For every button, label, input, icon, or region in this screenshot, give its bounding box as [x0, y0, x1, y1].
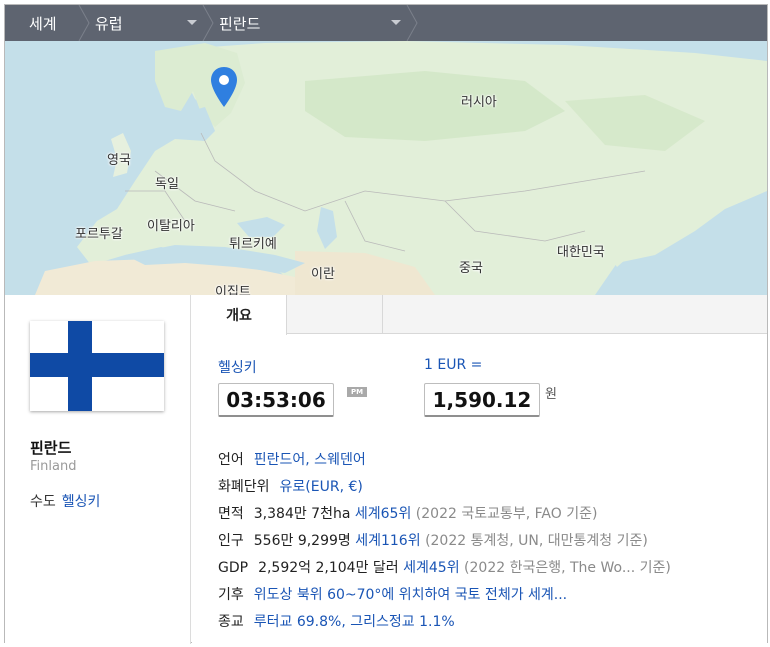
tab-bar: 개요: [192, 295, 767, 335]
breadcrumb-world[interactable]: 세계: [5, 5, 80, 41]
info-row-population: 인구 556만 9,299명 세계116위 (2022 통계청, UN, 대만통계…: [218, 530, 648, 550]
population-value: 556만 9,299명: [253, 533, 351, 549]
gdp-rank-link[interactable]: 세계45위: [403, 560, 459, 576]
gdp-value: 2,592억 2,104만 달러: [258, 560, 399, 576]
map-label-portugal: 포르투갈: [75, 227, 123, 242]
breadcrumb-world-label: 세계: [29, 14, 57, 33]
area-value: 3,384만 7천ha: [253, 506, 351, 522]
info-label: 언어: [218, 452, 244, 468]
country-info-card: 세계 유럽 핀란드 러시아 영국 독일 포르투갈 이탈리아 튀르키예 이란 이집…: [4, 4, 768, 644]
breadcrumb-country[interactable]: 핀란드: [215, 5, 411, 41]
country-name-english: Finland: [30, 459, 77, 474]
map-label-egypt: 이집트: [215, 285, 251, 295]
map-pin-icon[interactable]: [209, 65, 239, 109]
gdp-source-end: 기준): [635, 560, 671, 576]
info-label: GDP: [218, 560, 249, 576]
country-detail-panel: 개요 헬싱키 03:53:06 PM 1 EUR = 1,590.12 원 언어…: [192, 295, 767, 644]
info-label: 화폐단위: [218, 479, 270, 495]
info-row-religion: 종교 루터교 69.8%, 그리스정교 1.1%: [218, 611, 455, 631]
currency-link[interactable]: 유로(EUR, €): [280, 479, 363, 495]
population-source: (2022 통계청, UN, 대만통계청 기준): [425, 533, 648, 549]
local-time-display: 03:53:06: [218, 383, 334, 417]
gdp-source: (2022 한국은행, The Wo... 기준): [464, 560, 671, 576]
climate-link[interactable]: 위도상 북위 60~70°에 위치하여 국토 전체가 세계...: [254, 587, 567, 603]
area-source: (2022 국토교통부, FAO 기준): [415, 506, 598, 522]
map-graphic: [35, 41, 767, 295]
breadcrumb-country-label: 핀란드: [219, 14, 261, 33]
map-label-germany: 독일: [155, 177, 179, 192]
info-row-language: 언어 핀란드어, 스웨덴어: [218, 449, 366, 469]
map-label-italy: 이탈리아: [147, 219, 195, 234]
info-label: 인구: [218, 533, 244, 549]
tab-overview[interactable]: 개요: [192, 295, 287, 335]
population-rank-link[interactable]: 세계116위: [355, 533, 420, 549]
capital-label: 수도: [30, 494, 56, 510]
info-label: 면적: [218, 506, 244, 522]
breadcrumb-separator-icon: [202, 5, 214, 41]
breadcrumb: 세계 유럽 핀란드: [5, 5, 767, 41]
map-label-russia: 러시아: [461, 95, 497, 110]
info-row-area: 면적 3,384만 7천ha 세계65위 (2022 국토교통부, FAO 기준): [218, 503, 597, 523]
tab-overview-label: 개요: [226, 308, 252, 324]
map-label-uk: 영국: [107, 153, 131, 168]
gdp-source-text: (2022 한국은행, The Wo...: [464, 560, 636, 576]
info-label: 기후: [218, 587, 244, 603]
breadcrumb-region[interactable]: 유럽: [91, 5, 207, 41]
currency-unit: 원: [545, 387, 557, 402]
finland-flag-icon: [30, 321, 164, 411]
tab-empty-slot: [287, 295, 383, 334]
breadcrumb-region-label: 유럽: [95, 14, 123, 33]
country-summary-panel: 핀란드 Finland 수도 헬싱키: [5, 295, 191, 644]
exchange-rate-display: 1,590.12: [424, 383, 540, 417]
info-label: 종교: [218, 614, 244, 630]
breadcrumb-separator-icon: [78, 5, 90, 41]
chevron-down-icon: [187, 20, 197, 25]
map-label-china: 중국: [459, 261, 483, 276]
clock-city-label: 헬싱키: [218, 360, 257, 376]
breadcrumb-separator-icon: [406, 5, 418, 41]
ampm-badge: PM: [347, 387, 367, 397]
map-label-turkey: 튀르키예: [229, 237, 277, 252]
language-link[interactable]: 핀란드어, 스웨덴어: [254, 452, 366, 468]
capital-row: 수도 헬싱키: [30, 491, 100, 511]
country-name: 핀란드: [30, 439, 72, 457]
area-rank-link[interactable]: 세계65위: [355, 506, 411, 522]
map-label-iran: 이란: [311, 267, 335, 282]
map-label-korea: 대한민국: [557, 245, 605, 260]
capital-link[interactable]: 헬싱키: [62, 494, 101, 510]
chevron-down-icon: [391, 20, 401, 25]
world-map[interactable]: 러시아 영국 독일 포르투갈 이탈리아 튀르키예 이란 이집트 중국 대한민국: [5, 41, 767, 295]
info-row-currency: 화폐단위 유로(EUR, €): [218, 476, 363, 496]
religion-link[interactable]: 루터교 69.8%, 그리스정교 1.1%: [254, 614, 455, 630]
exchange-rate-label: 1 EUR =: [424, 357, 483, 373]
info-row-climate: 기후 위도상 북위 60~70°에 위치하여 국토 전체가 세계...: [218, 584, 567, 604]
info-row-gdp: GDP 2,592억 2,104만 달러 세계45위 (2022 한국은행, Th…: [218, 557, 671, 577]
